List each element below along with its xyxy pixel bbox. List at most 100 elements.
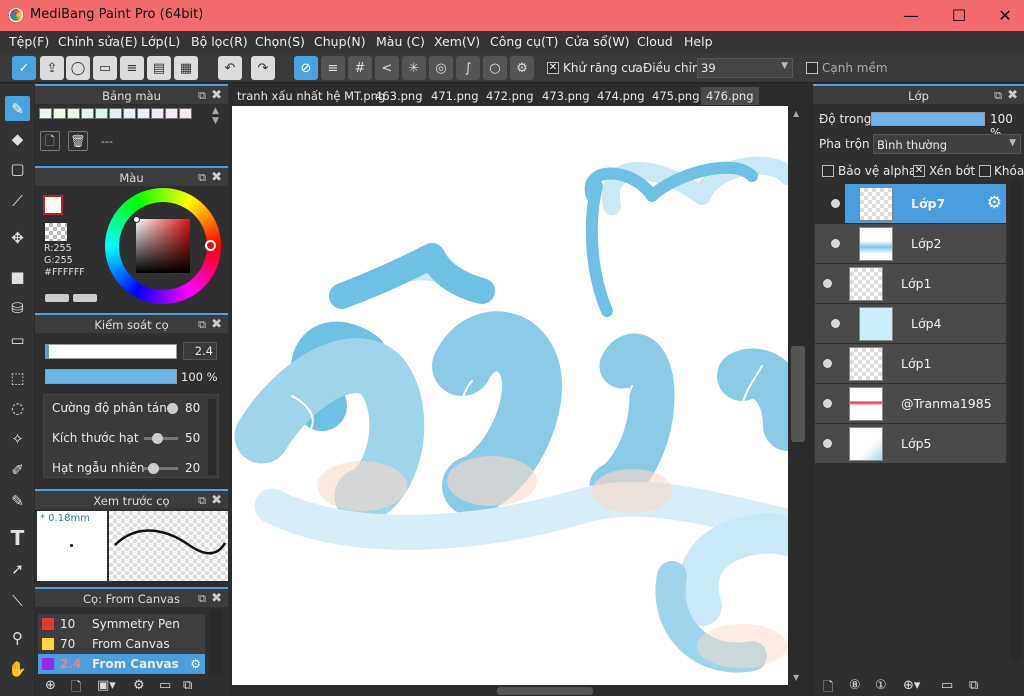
antialias-checkbox[interactable]: ✕ [547,62,559,74]
dock-icon[interactable]: ⧉ [994,86,1002,106]
gear-icon[interactable]: ⚙ [190,654,201,674]
speech-bubble-icon[interactable]: ◯ [66,56,90,80]
close-icon[interactable]: ✖ [211,589,222,609]
close-button[interactable]: ✕ [982,0,1024,31]
menu-edit[interactable]: Chỉnh sửa(E) [58,34,138,49]
primary-color-swatch[interactable] [43,195,63,215]
layer-row[interactable]: Lớp1 [815,264,1006,304]
color-swap-button[interactable] [73,294,97,302]
brush-list-scrollbar[interactable] [209,609,223,675]
saturation-value-square[interactable] [136,219,190,273]
new-palette-icon[interactable]: 🗋 [40,131,60,151]
dock-icon[interactable]: ⧉ [198,168,206,188]
layer-row[interactable]: Lớp2 [815,224,1006,264]
eye-icon[interactable] [831,239,840,248]
menu-file[interactable]: Tệp(F) [9,34,49,49]
transparent-color-swatch[interactable] [45,223,67,241]
magic-wand-tool-icon[interactable]: ✧ [5,426,30,451]
scroll-thumb[interactable] [791,346,805,442]
menu-tools[interactable]: Công cụ(T) [490,34,558,49]
menu-filter[interactable]: Bộ lọc(R) [191,34,248,49]
gradient-tool-icon[interactable]: ▭ [5,327,30,352]
undo-icon[interactable]: ↶ [218,56,242,80]
snap-settings-icon[interactable]: ⚙ [510,56,534,80]
close-icon[interactable]: ✖ [211,315,222,335]
snap-ellipse-icon[interactable]: ○ [483,56,507,80]
copy-icon[interactable]: ⧉ [183,678,192,693]
layer-row[interactable]: Lớp4 [815,304,1006,344]
tab-document[interactable]: 463.png [370,87,428,105]
tab-document[interactable]: 471.png [426,87,484,105]
gear-icon[interactable]: ⚙ [987,193,1002,213]
duplicate-icon[interactable]: ⧉ [969,678,978,693]
maximize-button[interactable]: ☐ [936,0,982,31]
blend-mode-select[interactable]: Bình thường ▼ [873,134,1021,154]
lock-checkbox[interactable] [979,165,991,177]
folder-icon[interactable]: ▭ [159,678,171,693]
tab-document[interactable]: 472.png [481,87,539,105]
hue-handle[interactable] [205,240,216,251]
comment-icon[interactable]: ▭ [93,56,117,80]
params-scrollbar[interactable] [208,399,216,475]
dock-icon[interactable]: ⧉ [198,315,206,335]
menu-color[interactable]: Màu (C) [376,34,425,49]
folder-icon[interactable]: ▭ [941,678,953,693]
brush-size-slider[interactable] [45,344,177,359]
palette-swatch[interactable] [137,108,150,119]
lasso-tool-icon[interactable]: ◌ [5,395,30,420]
fill-rect-tool-icon[interactable]: ■ [5,264,30,289]
move-tool-icon[interactable]: ✥ [5,225,30,250]
sv-handle[interactable] [133,216,140,223]
close-icon[interactable]: ✖ [211,168,222,188]
param-slider[interactable] [167,403,178,414]
param-slider[interactable] [148,463,159,474]
new-1bit-layer-icon[interactable]: ① [875,678,887,693]
color-mode-button[interactable] [45,294,69,302]
palette-swatch[interactable] [179,108,192,119]
new-layer-icon[interactable]: 🗋 [823,678,833,696]
palette-swatch[interactable] [81,108,94,119]
dock-icon[interactable]: ⧉ [198,491,206,511]
snap-concentric-icon[interactable]: ◎ [429,56,453,80]
tab-document[interactable]: 473.png [537,87,595,105]
layer-row[interactable]: Lớp5 [815,424,1006,464]
dot-pen-tool-icon[interactable]: ⟋ [5,188,30,213]
layer-row[interactable]: Lớp1 [815,344,1006,384]
palette-swatch[interactable] [67,108,80,119]
palette-swatch[interactable] [123,108,136,119]
select-pen-tool-icon[interactable]: ✐ [5,457,30,482]
bucket-tool-icon[interactable]: ⛁ [5,295,30,320]
brush-tool-icon[interactable]: ✎ [5,96,30,121]
eye-icon[interactable] [823,359,832,368]
brush-list-item-selected[interactable]: 2.4 From Canvas ⚙ [38,654,205,674]
brush-menu-icon[interactable]: ▣▾ [97,678,116,693]
text-tool-icon[interactable]: T [5,525,30,550]
palette-swatch[interactable] [109,108,122,119]
menu-help[interactable]: Help [684,34,713,49]
snap-parallel-icon[interactable]: ≡ [321,56,345,80]
snap-curve-icon[interactable]: ∫ [456,56,480,80]
menu-window[interactable]: Cửa sổ(W) [565,34,630,49]
clipping-checkbox[interactable]: ✕ [913,165,925,177]
dock-icon[interactable]: ⧉ [198,589,206,609]
tab-document-active[interactable]: 476.png [701,87,759,105]
eye-icon[interactable] [831,199,840,208]
operation-tool-icon[interactable]: ➚ [5,556,30,581]
eye-icon[interactable] [831,319,840,328]
snap-grid-icon[interactable]: # [348,56,372,80]
brush-size-value[interactable]: 2.4 [183,342,217,360]
menu-layer[interactable]: Lớp(L) [141,34,180,49]
layer-list-scrollbar[interactable] [1010,180,1022,660]
close-icon[interactable]: ✖ [211,86,222,106]
new-brush-icon[interactable]: 🗋 [71,678,81,696]
snap-radial-icon[interactable]: ✳ [402,56,426,80]
layer-row-selected[interactable]: Lớp7 ⚙ [845,184,1006,224]
eraser-tool-icon[interactable]: ◆ [5,126,30,151]
layer-row[interactable]: @Tranma1985 [815,384,1006,424]
panel-layout-icon[interactable]: ▤ [147,56,171,80]
brush-opacity-slider[interactable] [45,369,177,384]
divide-tool-icon[interactable]: ⟍ [5,588,30,613]
snap-perspective-icon[interactable]: < [375,56,399,80]
param-slider[interactable] [152,433,163,444]
menu-select[interactable]: Chọn(S) [255,34,305,49]
